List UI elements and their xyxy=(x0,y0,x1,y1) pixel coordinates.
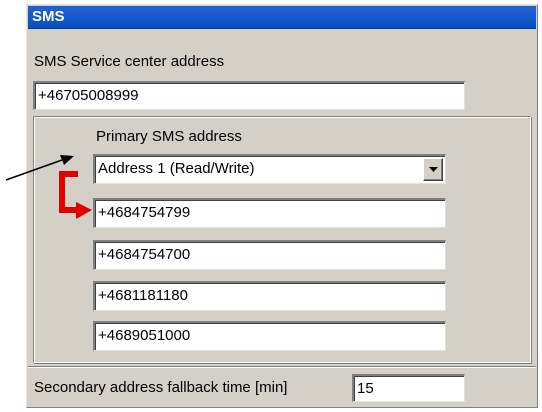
red-bent-arrow-icon xyxy=(59,171,92,219)
